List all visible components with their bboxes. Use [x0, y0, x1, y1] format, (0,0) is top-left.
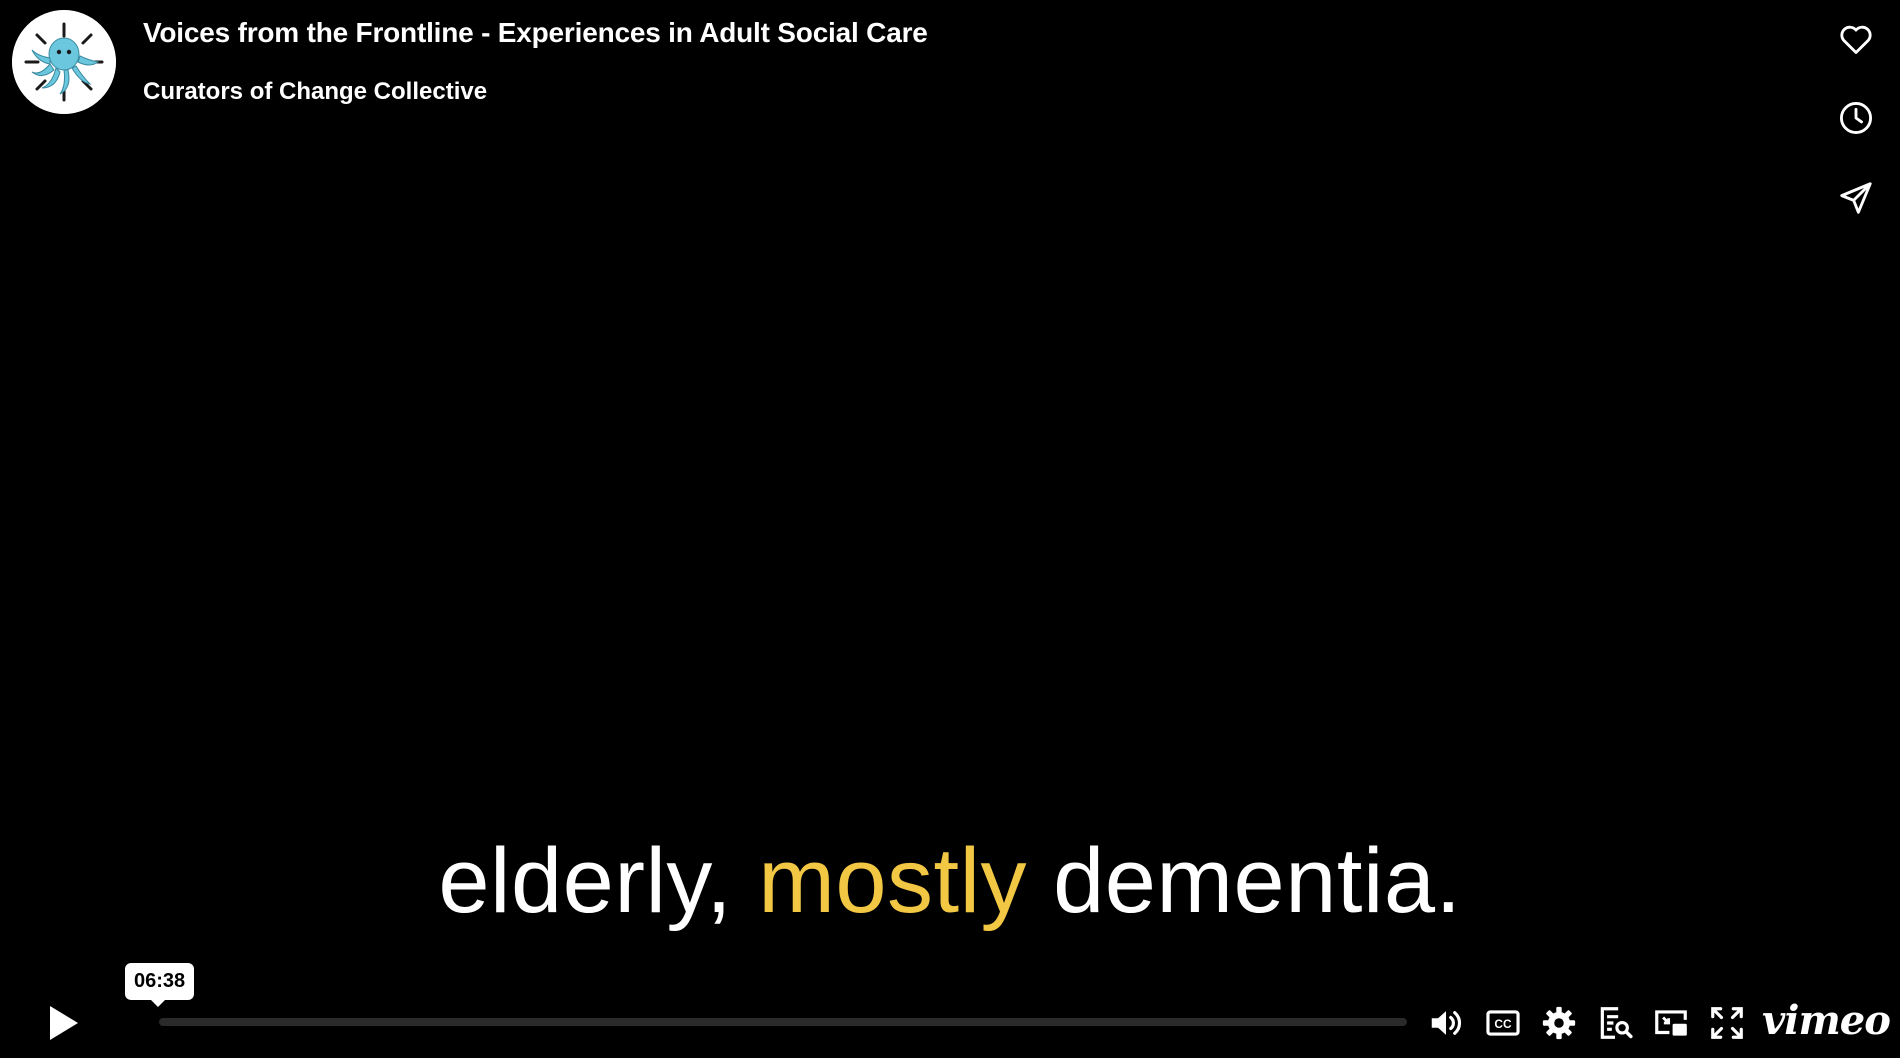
heart-icon — [1840, 25, 1872, 54]
caption-text: dementia. — [1027, 830, 1462, 932]
caption-highlight-word: mostly — [758, 830, 1028, 932]
progress-bar[interactable] — [159, 1018, 1407, 1026]
picture-in-picture-button[interactable] — [1648, 1000, 1694, 1046]
watch-later-button[interactable] — [1834, 96, 1878, 140]
volume-button[interactable] — [1423, 1000, 1469, 1046]
share-button[interactable] — [1834, 176, 1878, 220]
captions-button[interactable]: CC — [1480, 1000, 1526, 1046]
caption-text: elderly, — [438, 830, 759, 932]
clock-icon — [1840, 102, 1872, 134]
play-icon — [50, 1006, 78, 1040]
transcript-button[interactable] — [1592, 1000, 1638, 1046]
octopus-logo-icon — [12, 10, 116, 114]
subtitle-caption: elderly, mostly dementia. — [0, 826, 1900, 936]
fullscreen-button[interactable] — [1704, 1000, 1750, 1046]
play-button[interactable] — [40, 1000, 86, 1046]
paper-plane-icon — [1840, 182, 1872, 214]
video-title[interactable]: Voices from the Frontline - Experiences … — [143, 17, 928, 49]
vimeo-logo[interactable]: vimeo — [1762, 996, 1891, 1046]
like-button[interactable] — [1834, 17, 1878, 61]
channel-avatar[interactable] — [12, 10, 116, 114]
channel-name[interactable]: Curators of Change Collective — [143, 78, 487, 106]
volume-icon — [1431, 1011, 1462, 1035]
settings-button[interactable] — [1536, 1000, 1582, 1046]
fullscreen-icon — [1711, 1007, 1743, 1039]
hover-time-tooltip: 06:38 — [125, 963, 195, 1007]
transcript-search-icon — [1600, 1007, 1633, 1039]
video-player[interactable]: Voices from the Frontline - Experiences … — [0, 0, 1900, 1058]
svg-text:CC: CC — [1494, 1017, 1512, 1031]
picture-in-picture-icon — [1655, 1010, 1687, 1036]
gear-icon — [1542, 1006, 1576, 1040]
cc-icon: CC — [1486, 1010, 1520, 1036]
